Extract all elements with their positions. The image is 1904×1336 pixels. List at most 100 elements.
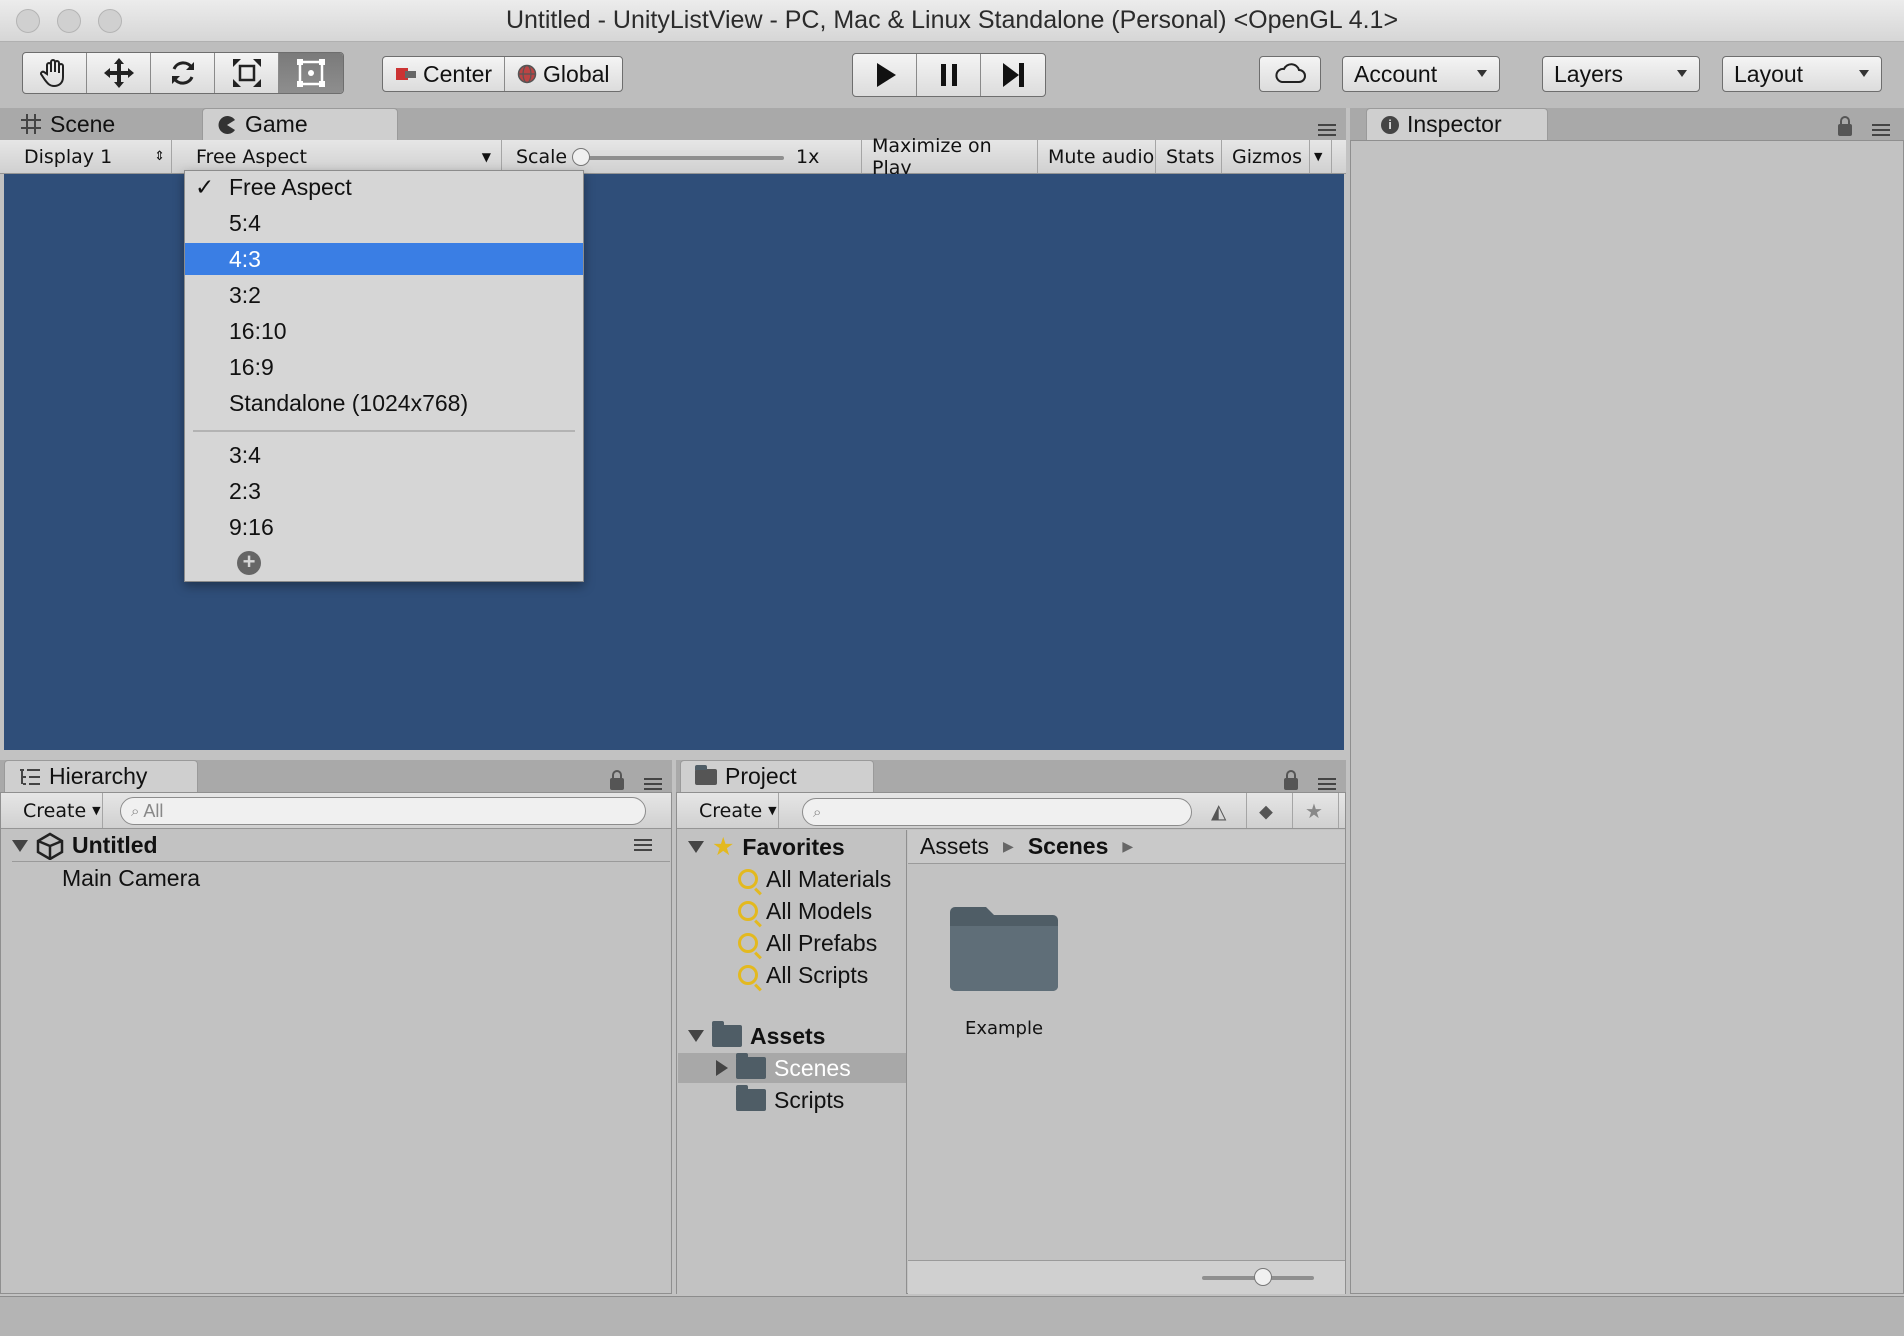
tab-project-label: Project xyxy=(725,763,797,789)
step-button[interactable] xyxy=(981,54,1045,96)
gizmos-dropdown[interactable]: ▼ xyxy=(1310,140,1332,173)
collab-cloud-button[interactable] xyxy=(1259,56,1321,92)
panel-menu-icon[interactable] xyxy=(1872,124,1890,139)
search-icon: ⌕ xyxy=(813,803,822,821)
breadcrumb-item[interactable]: Scenes xyxy=(1028,833,1109,860)
window-title-bar: Untitled - UnityListView - PC, Mac & Lin… xyxy=(0,0,1904,42)
pivot-center-button[interactable]: Center xyxy=(383,57,506,91)
maximize-on-play-toggle[interactable]: Maximize on Play xyxy=(862,135,1038,179)
pivot-global-button[interactable]: Global xyxy=(505,57,621,91)
lock-icon[interactable] xyxy=(1838,116,1852,136)
aspect-option[interactable]: 16:10 xyxy=(185,315,583,347)
search-icon: ⌕ xyxy=(131,802,140,820)
checkmark-icon: ✓ xyxy=(195,174,215,200)
aspect-option[interactable]: ✓ Free Aspect xyxy=(185,171,583,203)
project-footer xyxy=(908,1260,1345,1294)
aspect-option[interactable]: 3:2 xyxy=(185,279,583,311)
asset-item-example[interactable] xyxy=(946,904,1062,994)
stats-toggle[interactable]: Stats xyxy=(1156,140,1222,173)
search-by-label-button[interactable]: ⬥ xyxy=(1247,793,1293,828)
folder-icon xyxy=(736,1085,766,1111)
scale-tool-button[interactable] xyxy=(215,53,279,93)
layout-label: Layout xyxy=(1734,60,1804,87)
favorite-item[interactable]: All Prefabs xyxy=(738,928,877,958)
aspect-option[interactable]: 3:4 xyxy=(185,439,583,471)
folder-icon xyxy=(736,1053,766,1079)
game-pacman-icon xyxy=(218,115,235,134)
tab-game[interactable]: Game xyxy=(202,108,398,140)
pivot-label: Center xyxy=(423,60,493,87)
transform-tools xyxy=(22,52,344,94)
layout-dropdown[interactable]: Layout xyxy=(1722,56,1882,92)
panel-menu-icon[interactable] xyxy=(1318,124,1336,139)
display-select[interactable]: Display 1 ⇕ xyxy=(14,140,172,173)
aspect-option-highlighted[interactable]: 4:3 xyxy=(185,243,583,275)
chevron-down-icon xyxy=(1859,70,1869,77)
pause-button[interactable] xyxy=(917,54,981,96)
aspect-select[interactable]: Free Aspect ▼ xyxy=(186,140,502,173)
layers-dropdown[interactable]: Layers xyxy=(1542,56,1700,92)
hierarchy-item[interactable]: Main Camera xyxy=(62,862,200,894)
folder-item-scripts[interactable]: Scripts xyxy=(736,1085,844,1115)
tab-game-label: Game xyxy=(245,111,308,137)
lock-icon[interactable] xyxy=(1284,770,1298,790)
save-search-button[interactable]: ★ xyxy=(1293,793,1339,828)
scale-slider-handle[interactable] xyxy=(572,148,590,166)
gizmos-toggle[interactable]: Gizmos xyxy=(1222,140,1310,173)
lock-icon[interactable] xyxy=(610,770,624,790)
assets-row[interactable]: Assets xyxy=(688,1020,825,1052)
favorite-item[interactable]: All Scripts xyxy=(738,960,868,990)
rotate-tool-button[interactable] xyxy=(151,53,215,93)
aspect-option-label: 16:9 xyxy=(229,353,274,380)
project-search-input[interactable]: ⌕ xyxy=(802,798,1192,826)
breadcrumb-item[interactable]: Assets xyxy=(920,833,989,860)
aspect-option-label: 5:4 xyxy=(229,209,261,236)
add-aspect-icon[interactable]: + xyxy=(237,551,261,575)
aspect-option[interactable]: 5:4 xyxy=(185,207,583,239)
panel-menu-icon[interactable] xyxy=(644,778,662,793)
favorite-item-label: All Materials xyxy=(766,865,892,892)
hierarchy-create-button[interactable]: Create ▼ xyxy=(13,793,103,828)
aspect-option[interactable]: Standalone (1024x768) xyxy=(185,387,583,419)
expand-arrow-icon[interactable] xyxy=(688,841,704,853)
move-tool-button[interactable] xyxy=(87,53,151,93)
tab-hierarchy[interactable]: Hierarchy xyxy=(4,760,198,792)
tab-scene[interactable]: Scene xyxy=(6,108,196,140)
chevron-right-icon: ▶ xyxy=(1003,838,1014,854)
scale-slider-track[interactable] xyxy=(578,156,784,160)
hand-tool-button[interactable] xyxy=(23,53,87,93)
globe-icon xyxy=(517,64,537,84)
rect-tool-button[interactable] xyxy=(279,53,343,93)
aspect-option[interactable]: 9:16 xyxy=(185,511,583,543)
search-filter-icon xyxy=(738,965,758,985)
aspect-option[interactable]: 16:9 xyxy=(185,351,583,383)
scene-menu-icon[interactable] xyxy=(634,839,652,854)
scene-grid-icon xyxy=(21,114,41,134)
aspect-option[interactable]: 2:3 xyxy=(185,475,583,507)
expand-arrow-icon[interactable] xyxy=(12,839,28,852)
expand-arrow-icon[interactable] xyxy=(716,1060,728,1076)
tab-project[interactable]: Project xyxy=(680,760,874,792)
create-label: Create xyxy=(23,799,87,822)
search-placeholder: All xyxy=(143,800,164,821)
mute-audio-toggle[interactable]: Mute audio xyxy=(1038,140,1156,173)
aspect-label: Free Aspect xyxy=(196,145,307,168)
account-dropdown[interactable]: Account xyxy=(1342,56,1500,92)
play-button[interactable] xyxy=(853,54,917,96)
search-by-type-button[interactable]: ◭ xyxy=(1199,793,1247,828)
pivot-controls: Center Global xyxy=(382,56,623,92)
icon-size-slider-handle[interactable] xyxy=(1254,1268,1272,1286)
folder-label: Scripts xyxy=(774,1086,845,1113)
favorite-item[interactable]: All Models xyxy=(738,896,872,926)
project-create-button[interactable]: Create ▼ xyxy=(689,793,779,828)
folder-item-scenes[interactable]: Scenes xyxy=(716,1053,851,1083)
hierarchy-search-input[interactable]: ⌕ All xyxy=(120,797,646,825)
panel-menu-icon[interactable] xyxy=(1318,778,1336,793)
scale-icon xyxy=(232,59,261,87)
favorites-row[interactable]: ★ Favorites xyxy=(688,832,845,862)
tab-inspector[interactable]: i Inspector xyxy=(1366,108,1548,140)
favorite-item[interactable]: All Materials xyxy=(738,864,891,894)
aspect-option-label: 3:2 xyxy=(229,281,261,308)
expand-arrow-icon[interactable] xyxy=(688,1030,704,1042)
hierarchy-scene-row[interactable]: Untitled xyxy=(12,830,670,862)
